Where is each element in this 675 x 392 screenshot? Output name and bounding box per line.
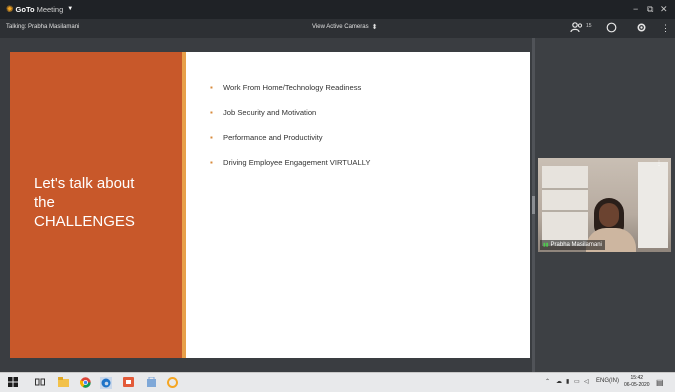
office-icon[interactable]: [123, 377, 134, 391]
clock-time: 15:42: [630, 375, 644, 381]
edge-icon[interactable]: [100, 377, 112, 392]
bullet-item: ▪ Job Security and Motivation: [210, 108, 317, 117]
region-indicator[interactable]: (IN): [609, 378, 619, 384]
gear-logo-icon: ✺: [6, 4, 14, 14]
minimize-icon[interactable]: −: [633, 3, 638, 15]
signal-icon: ▮▮: [543, 242, 549, 248]
video-window: [638, 162, 668, 248]
view-cameras-dropdown[interactable]: View Active Cameras ⬍: [312, 23, 377, 31]
more-icon[interactable]: ⋮: [661, 22, 670, 34]
view-cameras-label: View Active Cameras: [312, 24, 369, 30]
language-indicator[interactable]: ENG: [596, 378, 609, 384]
gotomeeting-taskbar-icon[interactable]: [167, 377, 178, 392]
volume-icon[interactable]: ◁: [584, 378, 589, 385]
slide-heading-line1: Let's talk about: [34, 175, 135, 192]
video-options-icon[interactable]: ⋮: [656, 160, 662, 167]
brand-goto: GoTo: [15, 4, 35, 14]
slide-heading: Let's talk about the CHALLENGES: [34, 174, 179, 231]
shelf-line: [542, 210, 588, 212]
chat-icon[interactable]: [606, 22, 617, 37]
participant-name-label: ▮▮ Prabha Masilamani: [540, 240, 605, 250]
slide-bullet-list: ▪ Work From Home/Technology Readiness ▪ Jo…: [210, 84, 370, 184]
notification-icon[interactable]: ▤: [656, 378, 664, 387]
splitter-handle[interactable]: [532, 196, 535, 214]
meeting-toolbar: Talking: Prabha Masilamani View Active C…: [0, 19, 675, 38]
bullet-item: ▪ Driving Employee Engagement VIRTUALLY: [210, 158, 371, 167]
tray-chevron-icon[interactable]: ⌃: [545, 378, 550, 385]
presentation-slide: Let's talk about the CHALLENGES ▪ Work Fr…: [10, 52, 530, 358]
bullet-icon: ▪: [210, 83, 213, 92]
title-bar: ✺ GoTo Meeting ▼ − ⧉ ✕: [0, 0, 675, 19]
slide-heading-line3: CHALLENGES: [34, 213, 135, 230]
updown-chevron-icon: ⬍: [371, 24, 378, 31]
windows-taskbar: ⌃ ☁ ▮ ▭ ◁ ENG (IN) 15:42 06-05-2020 ▤: [0, 372, 675, 392]
file-explorer-icon[interactable]: [58, 377, 69, 391]
caret-down-icon: ▼: [67, 6, 74, 12]
attendees-icon[interactable]: [570, 22, 584, 37]
participant-face: [599, 203, 619, 227]
bullet-item: ▪ Work From Home/Technology Readiness: [210, 83, 362, 92]
talking-indicator: Talking: Prabha Masilamani: [6, 24, 80, 30]
attendee-count-badge: 15: [586, 23, 592, 29]
close-icon[interactable]: ✕: [660, 3, 668, 15]
clock-date: 06-05-2020: [624, 382, 650, 388]
brand-meeting: Meeting: [36, 4, 64, 14]
restore-icon[interactable]: ⧉: [647, 3, 653, 15]
bullet-icon: ▪: [210, 133, 213, 142]
task-view-icon[interactable]: [35, 377, 45, 391]
battery-icon[interactable]: ▮: [566, 378, 569, 385]
video-shelf: [542, 166, 588, 246]
bullet-icon: ▪: [210, 108, 213, 117]
taskbar-clock[interactable]: 15:42 06-05-2020: [624, 375, 650, 389]
app-menu-button[interactable]: ✺ GoTo Meeting ▼: [6, 4, 73, 14]
windows-start-icon[interactable]: [8, 377, 18, 391]
network-icon[interactable]: ▭: [574, 378, 580, 385]
bullet-item: ▪ Performance and Productivity: [210, 133, 323, 142]
participant-video-tile[interactable]: ⋮ ▮▮ Prabha Masilamani: [538, 158, 671, 252]
slide-heading-line2: the: [34, 194, 55, 211]
bullet-icon: ▪: [210, 158, 213, 167]
slide-accent-bar: [182, 52, 186, 358]
shelf-line: [542, 188, 588, 190]
onedrive-icon[interactable]: ☁: [556, 378, 562, 385]
settings-icon[interactable]: [636, 22, 647, 37]
slide-title-panel: Let's talk about the CHALLENGES: [10, 52, 182, 358]
chrome-icon[interactable]: [79, 377, 91, 392]
store-icon[interactable]: [146, 376, 157, 391]
